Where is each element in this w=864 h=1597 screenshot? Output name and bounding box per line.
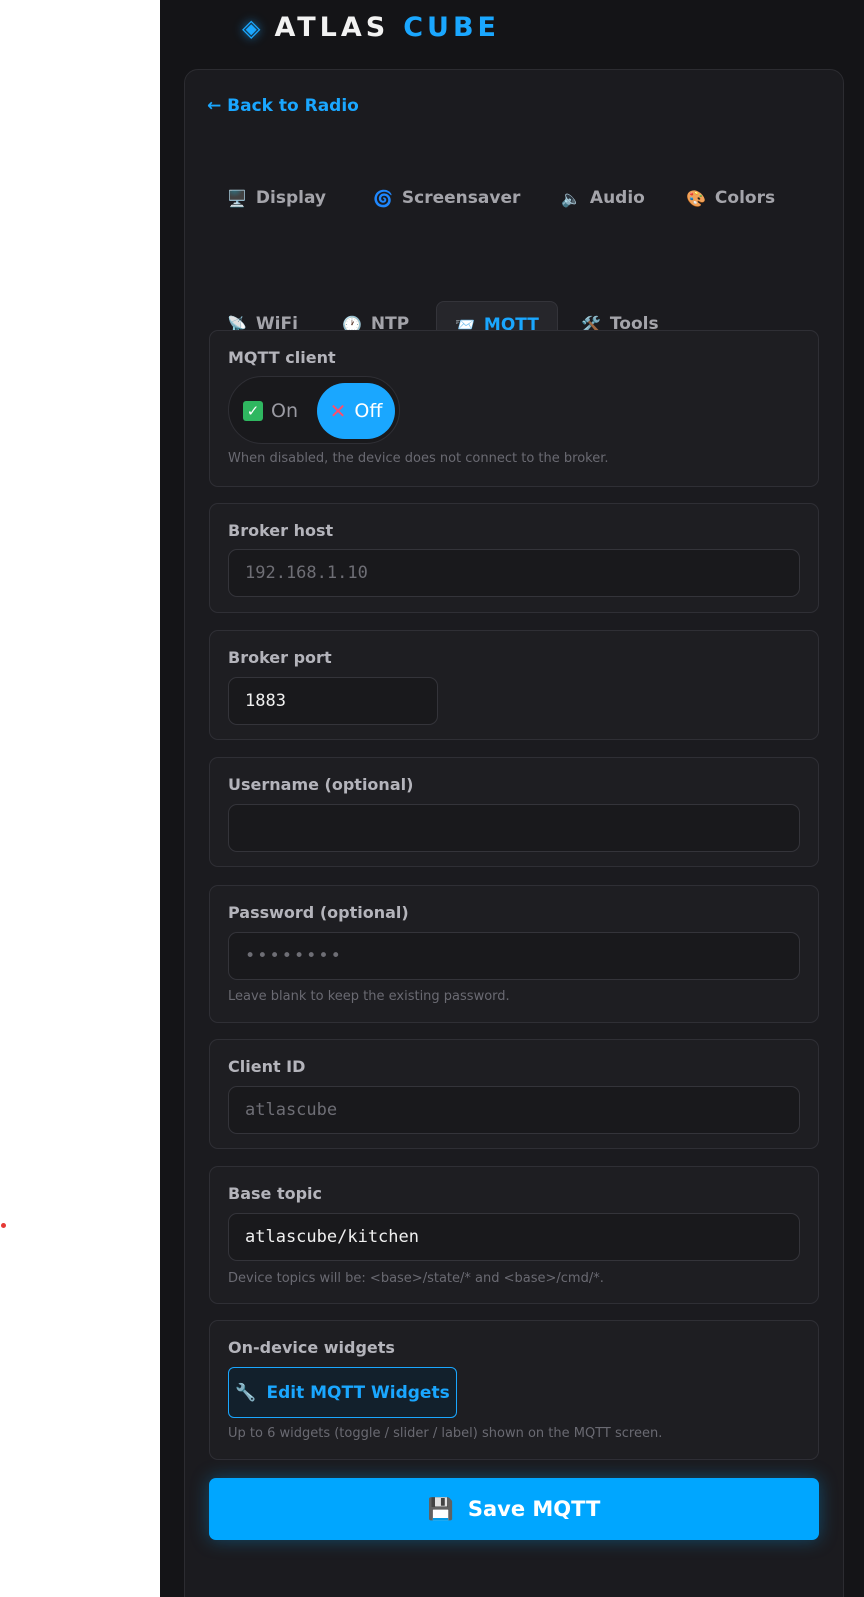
tab-label: Colors — [714, 188, 776, 208]
field-label: Base topic — [228, 1184, 322, 1203]
tab-colors[interactable]: 🎨 Colors — [668, 175, 793, 221]
base-topic-input[interactable]: atlascube/kitchen — [228, 1213, 800, 1261]
speaker-icon: 🔈 — [561, 188, 581, 208]
broker-port-field: Broker port 1883 — [209, 630, 819, 740]
diamond-logo-icon: ◈ — [242, 13, 261, 42]
mqtt-client-toggle: ✓ On ✕ Off — [228, 376, 400, 444]
password-field: Password (optional) •••••••• Leave blank… — [209, 885, 819, 1023]
field-label: Client ID — [228, 1057, 306, 1076]
tab-label: Screensaver — [401, 188, 521, 208]
settings-card: ← Back to Radio 🖥️ Display 🌀 Screensaver… — [184, 69, 844, 1597]
field-hint: Device topics will be: <base>/state/* an… — [228, 1271, 604, 1286]
field-hint: Up to 6 widgets (toggle / slider / label… — [228, 1426, 663, 1441]
edit-mqtt-widgets-button[interactable]: 🔧 Edit MQTT Widgets — [228, 1367, 457, 1418]
field-hint: When disabled, the device does not conne… — [228, 451, 609, 466]
toggle-off-option[interactable]: ✕ Off — [317, 383, 395, 439]
broker-host-field: Broker host 192.168.1.10 — [209, 503, 819, 613]
field-hint: Leave blank to keep the existing passwor… — [228, 989, 510, 1004]
field-label: Broker port — [228, 648, 332, 667]
field-label: On-device widgets — [228, 1338, 395, 1357]
toggle-on-label: On — [271, 400, 298, 422]
check-icon: ✓ — [243, 401, 263, 421]
app-panel: ◈ ATLAS CUBE ← Back to Radio 🖥️ Display … — [160, 0, 864, 1597]
brand-word-atlas: ATLAS — [274, 12, 390, 43]
broker-host-input[interactable]: 192.168.1.10 — [228, 549, 800, 597]
toggle-on-option[interactable]: ✓ On — [243, 383, 298, 439]
tab-screensaver[interactable]: 🌀 Screensaver — [355, 175, 538, 221]
mqtt-client-field: MQTT client ✓ On ✕ Off When disabled, th… — [209, 330, 819, 487]
settings-tabs: 🖥️ Display 🌀 Screensaver 🔈 Audio 🎨 Color… — [209, 175, 819, 347]
base-topic-field: Base topic atlascube/kitchen Device topi… — [209, 1166, 819, 1304]
client-id-input[interactable]: atlascube — [228, 1086, 800, 1134]
cross-icon: ✕ — [329, 399, 347, 423]
widgets-field: On-device widgets 🔧 Edit MQTT Widgets Up… — [209, 1320, 819, 1460]
tab-display[interactable]: 🖥️ Display — [209, 175, 344, 221]
back-to-radio-link[interactable]: ← Back to Radio — [207, 96, 359, 116]
spiral-icon: 🌀 — [373, 188, 393, 208]
tab-audio[interactable]: 🔈 Audio — [543, 175, 663, 221]
field-label: Password (optional) — [228, 903, 409, 922]
client-id-field: Client ID atlascube — [209, 1039, 819, 1149]
brand-word-cube: CUBE — [403, 12, 500, 43]
floppy-disk-icon: 💾 — [427, 1496, 454, 1521]
red-dot-marker — [1, 1223, 6, 1228]
wrench-icon: 🔧 — [235, 1382, 257, 1403]
save-label: Save MQTT — [467, 1497, 601, 1521]
brand-header: ◈ ATLAS CUBE — [242, 12, 500, 43]
save-mqtt-button[interactable]: 💾 Save MQTT — [209, 1478, 819, 1540]
palette-icon: 🎨 — [686, 188, 706, 208]
tab-label: Audio — [589, 188, 645, 208]
field-label: MQTT client — [228, 348, 336, 367]
username-field: Username (optional) — [209, 757, 819, 867]
toggle-off-label: Off — [354, 400, 383, 422]
broker-port-input[interactable]: 1883 — [228, 677, 438, 725]
tab-label: Display — [255, 188, 327, 208]
edit-widgets-label: Edit MQTT Widgets — [266, 1382, 450, 1403]
field-label: Broker host — [228, 521, 334, 540]
password-input[interactable]: •••••••• — [228, 932, 800, 980]
username-input[interactable] — [228, 804, 800, 852]
monitor-icon: 🖥️ — [227, 188, 247, 208]
field-label: Username (optional) — [228, 775, 414, 794]
